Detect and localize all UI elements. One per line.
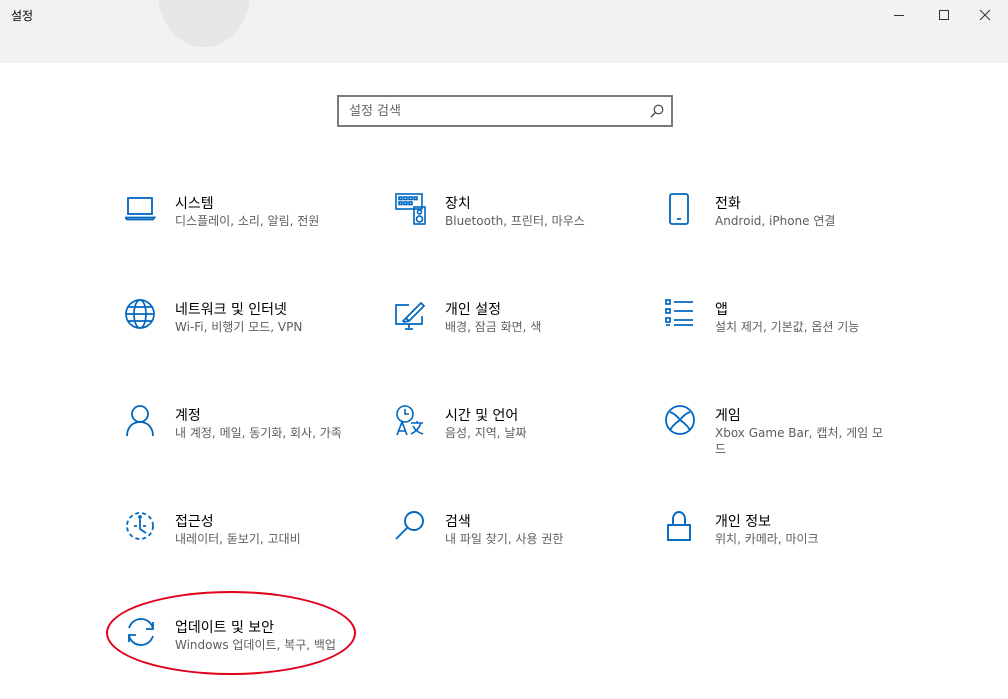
keyboard-icon xyxy=(395,193,429,227)
apps-list-icon xyxy=(665,299,699,333)
window-title: 설정 xyxy=(11,9,34,23)
phone-icon xyxy=(665,193,699,227)
tile-title: 계정 xyxy=(175,408,201,424)
tile-description: 설치 제거, 기본값, 옵션 기능 xyxy=(715,320,860,334)
tile-phone[interactable]: 전화 Android, iPhone 연결 xyxy=(665,193,905,263)
tile-title: 게임 xyxy=(715,408,741,424)
tile-accessibility[interactable]: 접근성 내레이터, 돋보기, 고대비 xyxy=(125,511,365,581)
tile-description: 내 계정, 메일, 동기화, 회사, 가족 xyxy=(175,426,342,440)
accessibility-icon xyxy=(125,511,159,545)
minimize-button[interactable] xyxy=(876,0,922,30)
search-icon xyxy=(395,511,429,545)
tile-description: Xbox Game Bar, 캡처, 게임 모드 xyxy=(715,426,884,456)
tile-network[interactable]: 네트워크 및 인터넷 Wi-Fi, 비행기 모드, VPN xyxy=(125,299,365,369)
close-icon xyxy=(979,9,991,21)
tile-description: 내레이터, 돋보기, 고대비 xyxy=(175,532,301,546)
tile-title: 앱 xyxy=(715,302,728,318)
tile-title: 시간 및 언어 xyxy=(445,408,519,424)
maximize-icon xyxy=(939,10,949,20)
xbox-icon xyxy=(665,405,699,439)
tile-title: 개인 정보 xyxy=(715,514,771,530)
search-box[interactable] xyxy=(337,95,673,127)
tile-title: 장치 xyxy=(445,196,471,212)
tile-description: 위치, 카메라, 마이크 xyxy=(715,532,819,546)
person-icon xyxy=(125,405,159,439)
laptop-icon xyxy=(125,193,159,227)
close-button[interactable] xyxy=(962,0,1008,30)
tile-description: Windows 업데이트, 복구, 백업 xyxy=(175,638,336,652)
tile-description: Bluetooth, 프린터, 마우스 xyxy=(445,214,585,228)
tile-gaming[interactable]: 게임 Xbox Game Bar, 캡처, 게임 모드 xyxy=(665,405,905,475)
tile-apps[interactable]: 앱 설치 제거, 기본값, 옵션 기능 xyxy=(665,299,905,369)
tile-accounts[interactable]: 계정 내 계정, 메일, 동기화, 회사, 가족 xyxy=(125,405,365,475)
tile-title: 개인 설정 xyxy=(445,302,501,318)
tile-title: 전화 xyxy=(715,196,741,212)
tile-title: 검색 xyxy=(445,514,471,530)
title-bar: 설정 xyxy=(0,0,1008,63)
tile-description: 음성, 지역, 날짜 xyxy=(445,426,527,440)
tile-description: Wi-Fi, 비행기 모드, VPN xyxy=(175,320,303,334)
minimize-icon xyxy=(894,15,904,16)
paint-icon xyxy=(395,299,429,333)
tile-description: 배경, 잠금 화면, 색 xyxy=(445,320,542,334)
tile-personalization[interactable]: 개인 설정 배경, 잠금 화면, 색 xyxy=(395,299,635,369)
tile-title: 접근성 xyxy=(175,514,214,530)
sync-icon xyxy=(125,617,159,651)
search-icon[interactable] xyxy=(650,104,664,118)
header-decoration xyxy=(158,0,250,47)
lock-icon xyxy=(665,511,699,545)
tile-privacy[interactable]: 개인 정보 위치, 카메라, 마이크 xyxy=(665,511,905,581)
tile-title: 시스템 xyxy=(175,196,214,212)
tile-search[interactable]: 검색 내 파일 찾기, 사용 권한 xyxy=(395,511,635,581)
tile-description: 디스플레이, 소리, 알림, 전원 xyxy=(175,214,320,228)
search-input[interactable] xyxy=(339,97,649,125)
tile-system[interactable]: 시스템 디스플레이, 소리, 알림, 전원 xyxy=(125,193,365,263)
tile-time-language[interactable]: 시간 및 언어 음성, 지역, 날짜 xyxy=(395,405,635,475)
tile-devices[interactable]: 장치 Bluetooth, 프린터, 마우스 xyxy=(395,193,635,263)
maximize-button[interactable] xyxy=(921,0,967,30)
tile-update-security[interactable]: 업데이트 및 보안 Windows 업데이트, 복구, 백업 xyxy=(125,617,365,687)
globe-icon xyxy=(125,299,159,333)
tile-title: 네트워크 및 인터넷 xyxy=(175,302,287,318)
time-language-icon xyxy=(395,405,429,439)
tile-title: 업데이트 및 보안 xyxy=(175,620,275,636)
tile-description: 내 파일 찾기, 사용 권한 xyxy=(445,532,564,546)
tile-description: Android, iPhone 연결 xyxy=(715,214,836,228)
